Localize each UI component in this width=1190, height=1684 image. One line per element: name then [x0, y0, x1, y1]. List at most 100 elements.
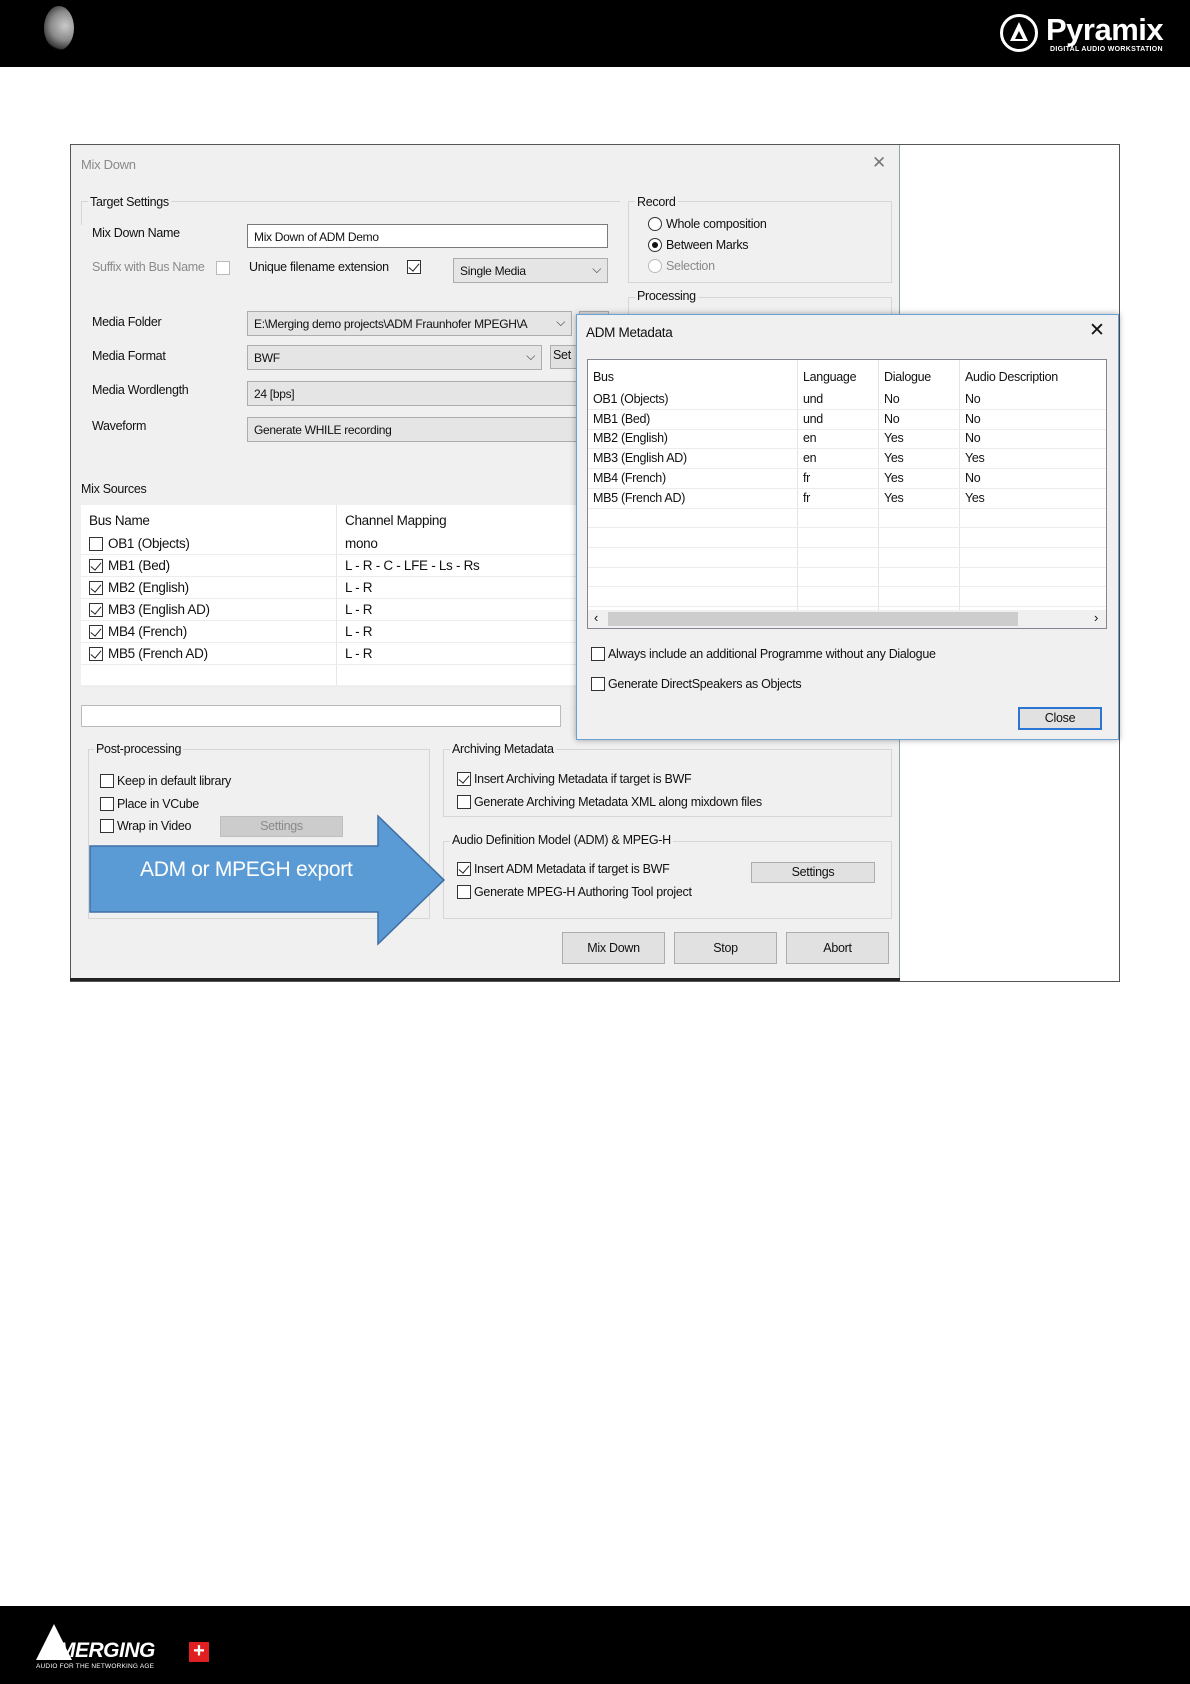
horizontal-scrollbar[interactable]: ‹ ›	[588, 610, 1106, 628]
row-divider	[588, 527, 1106, 529]
pyramix-logo: Pyramix DIGITAL AUDIO WORKSTATION	[1000, 12, 1172, 56]
insert-archiving-label: Insert Archiving Metadata if target is B…	[474, 772, 692, 786]
column-header-bus[interactable]: Bus	[593, 370, 614, 384]
adm-close-icon[interactable]: ✕	[1089, 319, 1105, 342]
column-header-audio-description[interactable]: Audio Description	[965, 370, 1058, 384]
row-divider	[81, 642, 601, 643]
mixdown-close-icon[interactable]: ✕	[872, 153, 886, 173]
adm-row-dialogue: Yes	[884, 470, 904, 485]
row-divider	[588, 428, 1106, 430]
generate-archiving-xml-checkbox[interactable]	[457, 795, 471, 809]
selection-radio[interactable]	[648, 259, 662, 273]
between-marks-radio[interactable]	[648, 238, 662, 252]
generate-mpegh-label: Generate MPEG-H Authoring Tool project	[474, 885, 692, 899]
keep-default-library-checkbox[interactable]	[100, 774, 114, 788]
adm-row-audio-description: No	[965, 431, 981, 446]
close-button[interactable]: Close	[1018, 707, 1102, 730]
mix-source-channel-mapping: mono	[345, 536, 378, 551]
media-folder-value: E:\Merging demo projects\ADM Fraunhofer …	[254, 317, 528, 331]
adm-row-bus: MB2 (English)	[593, 431, 668, 446]
row-divider	[588, 409, 1106, 410]
media-mode-select[interactable]: Single Media ⌵	[453, 258, 608, 283]
media-format-value: BWF	[254, 351, 280, 365]
scroll-right-icon[interactable]: ›	[1094, 610, 1098, 625]
column-header-channel-mapping[interactable]: Channel Mapping	[345, 513, 447, 528]
waveform-select[interactable]: Generate WHILE recording	[247, 417, 577, 442]
table-row[interactable]: MB2 (English) en Yes No	[588, 429, 1106, 448]
insert-adm-checkbox[interactable]	[457, 862, 471, 876]
mixdown-name-label: Mix Down Name	[92, 226, 180, 240]
suffix-bus-name-checkbox[interactable]	[216, 261, 230, 275]
media-folder-label: Media Folder	[92, 315, 162, 329]
adm-mpegh-label: Audio Definition Model (ADM) & MPEG-H	[450, 833, 673, 847]
table-row[interactable]: MB1 (Bed) und No No	[588, 410, 1106, 429]
media-wordlength-select[interactable]: 24 [bps]	[247, 381, 577, 406]
whole-composition-label: Whole composition	[666, 217, 767, 231]
mixdown-name-input[interactable]: Mix Down of ADM Demo	[247, 224, 608, 248]
adm-row-audio-description: Yes	[965, 451, 985, 466]
adm-row-dialogue: Yes	[884, 431, 904, 446]
bus-enable-checkbox[interactable]	[89, 625, 103, 639]
media-format-select[interactable]: BWF ⌵	[247, 345, 542, 370]
whole-composition-radio[interactable]	[648, 217, 662, 231]
table-row[interactable]: MB5 (French AD) fr Yes Yes	[588, 489, 1106, 508]
place-vcube-checkbox[interactable]	[100, 797, 114, 811]
mixdown-button[interactable]: Mix Down	[562, 932, 665, 964]
media-format-label: Media Format	[92, 349, 166, 363]
adm-metadata-window: ADM Metadata ✕ Bus Language Dialogue Aud…	[576, 314, 1119, 740]
mix-source-channel-mapping: L - R	[345, 580, 373, 595]
adm-row-audio-description: No	[965, 470, 981, 485]
row-divider	[588, 586, 1106, 588]
pyramix-brand-subtitle: DIGITAL AUDIO WORKSTATION	[1050, 46, 1163, 53]
post-processing-label: Post-processing	[94, 742, 184, 756]
table-row[interactable]: MB4 (French) fr Yes No	[588, 469, 1106, 488]
mixdown-window-title: Mix Down	[81, 157, 136, 172]
always-include-programme-checkbox[interactable]	[591, 647, 605, 661]
merging-plus-icon: +	[189, 1641, 209, 1662]
column-header-bus-name[interactable]: Bus Name	[89, 513, 150, 528]
row-divider	[81, 620, 601, 621]
adm-row-language: fr	[803, 470, 811, 485]
generate-archiving-xml-label: Generate Archiving Metadata XML along mi…	[474, 795, 762, 809]
callout-label: ADM or MPEGH export	[140, 858, 353, 881]
unique-filename-checkbox[interactable]	[407, 260, 421, 274]
unique-filename-label: Unique filename extension	[249, 260, 389, 274]
row-divider	[81, 554, 601, 555]
scroll-left-icon[interactable]: ‹	[594, 610, 598, 625]
waveform-label: Waveform	[92, 419, 147, 433]
adm-row-bus: MB5 (French AD)	[593, 490, 686, 505]
adm-row-bus: MB1 (Bed)	[593, 411, 651, 426]
bus-enable-checkbox[interactable]	[89, 559, 103, 573]
table-row[interactable]: OB1 (Objects) und No No	[588, 390, 1106, 409]
adm-row-bus: OB1 (Objects)	[593, 392, 669, 406]
scrollbar-thumb[interactable]	[608, 612, 1018, 626]
adm-settings-button[interactable]: Settings	[751, 862, 875, 883]
adm-row-language: und	[803, 392, 823, 406]
bus-enable-checkbox[interactable]	[89, 537, 103, 551]
waveform-value: Generate WHILE recording	[254, 423, 392, 437]
mix-source-channel-mapping: L - R	[345, 624, 373, 639]
adm-row-audio-description: Yes	[965, 490, 985, 505]
bus-enable-checkbox[interactable]	[89, 581, 103, 595]
column-header-language[interactable]: Language	[803, 370, 857, 384]
abort-button[interactable]: Abort	[786, 932, 889, 964]
stop-button[interactable]: Stop	[674, 932, 777, 964]
table-row[interactable]: MB3 (English AD) en Yes Yes	[588, 449, 1106, 468]
suffix-bus-name-label: Suffix with Bus Name	[92, 260, 205, 274]
media-folder-select[interactable]: E:\Merging demo projects\ADM Fraunhofer …	[247, 311, 572, 336]
selection-label: Selection	[666, 259, 715, 273]
adm-metadata-title: ADM Metadata	[586, 325, 673, 340]
bus-enable-checkbox[interactable]	[89, 647, 103, 661]
generate-directspeakers-checkbox[interactable]	[591, 677, 605, 691]
place-vcube-label: Place in VCube	[117, 797, 199, 811]
bus-enable-checkbox[interactable]	[89, 603, 103, 617]
progress-bar	[81, 705, 561, 727]
processing-label: Processing	[635, 289, 698, 303]
generate-mpegh-checkbox[interactable]	[457, 885, 471, 899]
insert-archiving-checkbox[interactable]	[457, 772, 471, 786]
record-label: Record	[635, 195, 678, 209]
column-header-dialogue[interactable]: Dialogue	[884, 370, 931, 384]
row-divider	[588, 468, 1106, 470]
row-divider	[81, 598, 601, 599]
merging-logo: MERGING + AUDIO FOR THE NETWORKING AGE	[34, 1622, 224, 1674]
